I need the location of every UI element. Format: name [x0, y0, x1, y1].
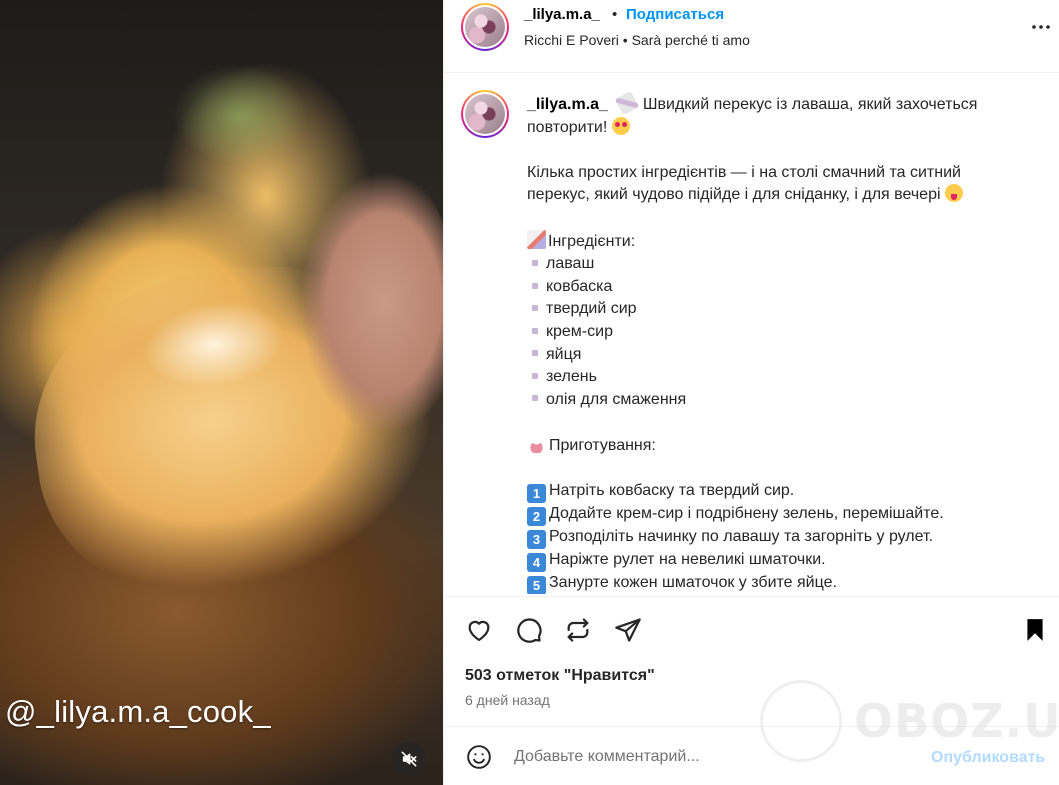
likes-count[interactable]: 503 отметок "Нравится" [465, 667, 655, 685]
more-options-button[interactable] [1028, 14, 1054, 40]
caption-username[interactable]: _lilya.m.a_ [527, 96, 608, 113]
bullet-icon [532, 395, 538, 402]
caption-line-2: Кілька простих інгредієнтів — і на столі… [527, 163, 961, 204]
avatar-image [465, 7, 505, 47]
comment-button[interactable] [514, 615, 544, 645]
more-horizontal-icon [1032, 25, 1050, 29]
header-separator: • [612, 6, 618, 23]
media-overlay-text: @_lilya.m.a_cook_ [5, 694, 271, 729]
repost-icon [567, 618, 589, 642]
bullet-icon [532, 282, 538, 289]
post-media[interactable]: @_lilya.m.a_cook_ [0, 0, 443, 785]
caption-area[interactable]: _lilya.m.a_ Швидкий перекус із лаваша, я… [444, 74, 1059, 594]
bullet-icon [532, 327, 538, 334]
ingredient-item: зелень [527, 366, 1027, 389]
ingredient-item: ковбаска [527, 276, 1027, 299]
publish-button[interactable]: Опубликовать [931, 749, 1045, 767]
action-bar [444, 596, 1059, 662]
audio-track[interactable]: Ricchi E Poveri • Sarà perché ti amo [524, 32, 750, 48]
bullet-icon [532, 372, 538, 379]
ingredients-title: Інгредієнти: [548, 232, 636, 250]
ingredient-item: лаваш [527, 253, 1027, 276]
bullet-icon [532, 350, 538, 357]
ingredient-item: твердий сир [527, 298, 1027, 321]
ingredient-item: олія для смаження [527, 389, 1027, 412]
step-item: 2 Додайте крем-сир і подрібнену зелень, п… [527, 503, 1027, 527]
ingredient-item: крем-сир [527, 321, 1027, 344]
comment-icon [517, 618, 542, 643]
herb-garnish [150, 40, 330, 190]
heart-icon [468, 620, 490, 642]
step-item: 1 Натріть ковбаску та твердий сир. [527, 480, 1027, 504]
bullet-icon [532, 259, 538, 266]
emoji-button[interactable] [465, 743, 493, 771]
post-header: _lilya.m.a_ • Подписаться Ricchi E Pover… [444, 0, 1059, 73]
step-item: 4 Наріжте рулет на невеликі шматочки. [527, 549, 1027, 573]
caption-author-avatar[interactable] [461, 90, 509, 138]
post-details-panel: _lilya.m.a_ • Подписаться Ricchi E Pover… [443, 0, 1059, 785]
save-button[interactable] [1020, 615, 1050, 645]
mute-button[interactable] [392, 742, 426, 776]
follow-button[interactable]: Подписаться [626, 6, 724, 23]
comment-input[interactable] [514, 745, 914, 769]
tongue-emoji-icon [944, 184, 963, 203]
post-caption: _lilya.m.a_ Швидкий перекус із лаваша, я… [527, 90, 1027, 594]
heart-eyes-emoji-icon [611, 116, 630, 135]
author-username[interactable]: _lilya.m.a_ [524, 6, 600, 23]
send-icon [615, 618, 641, 642]
roll-emoji-icon [615, 90, 640, 116]
repost-button[interactable] [563, 615, 593, 645]
cook-emoji-icon [527, 433, 546, 453]
bookmark-icon [1027, 619, 1043, 641]
author-avatar[interactable] [461, 3, 509, 51]
speaker-muted-icon [401, 751, 417, 767]
step-item: 5 Занурте кожен шматочок у збите яйце. [527, 572, 1027, 594]
memo-emoji-icon [527, 229, 546, 249]
ingredient-item: яйця [527, 344, 1027, 367]
post-date[interactable]: 6 дней назад [465, 692, 550, 708]
steps-title: Приготування: [549, 436, 656, 454]
like-button[interactable] [464, 615, 494, 645]
smiley-icon [467, 745, 491, 769]
bullet-icon [532, 305, 538, 312]
comment-bar: Опубликовать [444, 726, 1059, 785]
avatar-image [465, 94, 505, 134]
step-item: 3 Розподіліть начинку по лавашу та загорн… [527, 526, 1027, 550]
share-button[interactable] [613, 615, 643, 645]
